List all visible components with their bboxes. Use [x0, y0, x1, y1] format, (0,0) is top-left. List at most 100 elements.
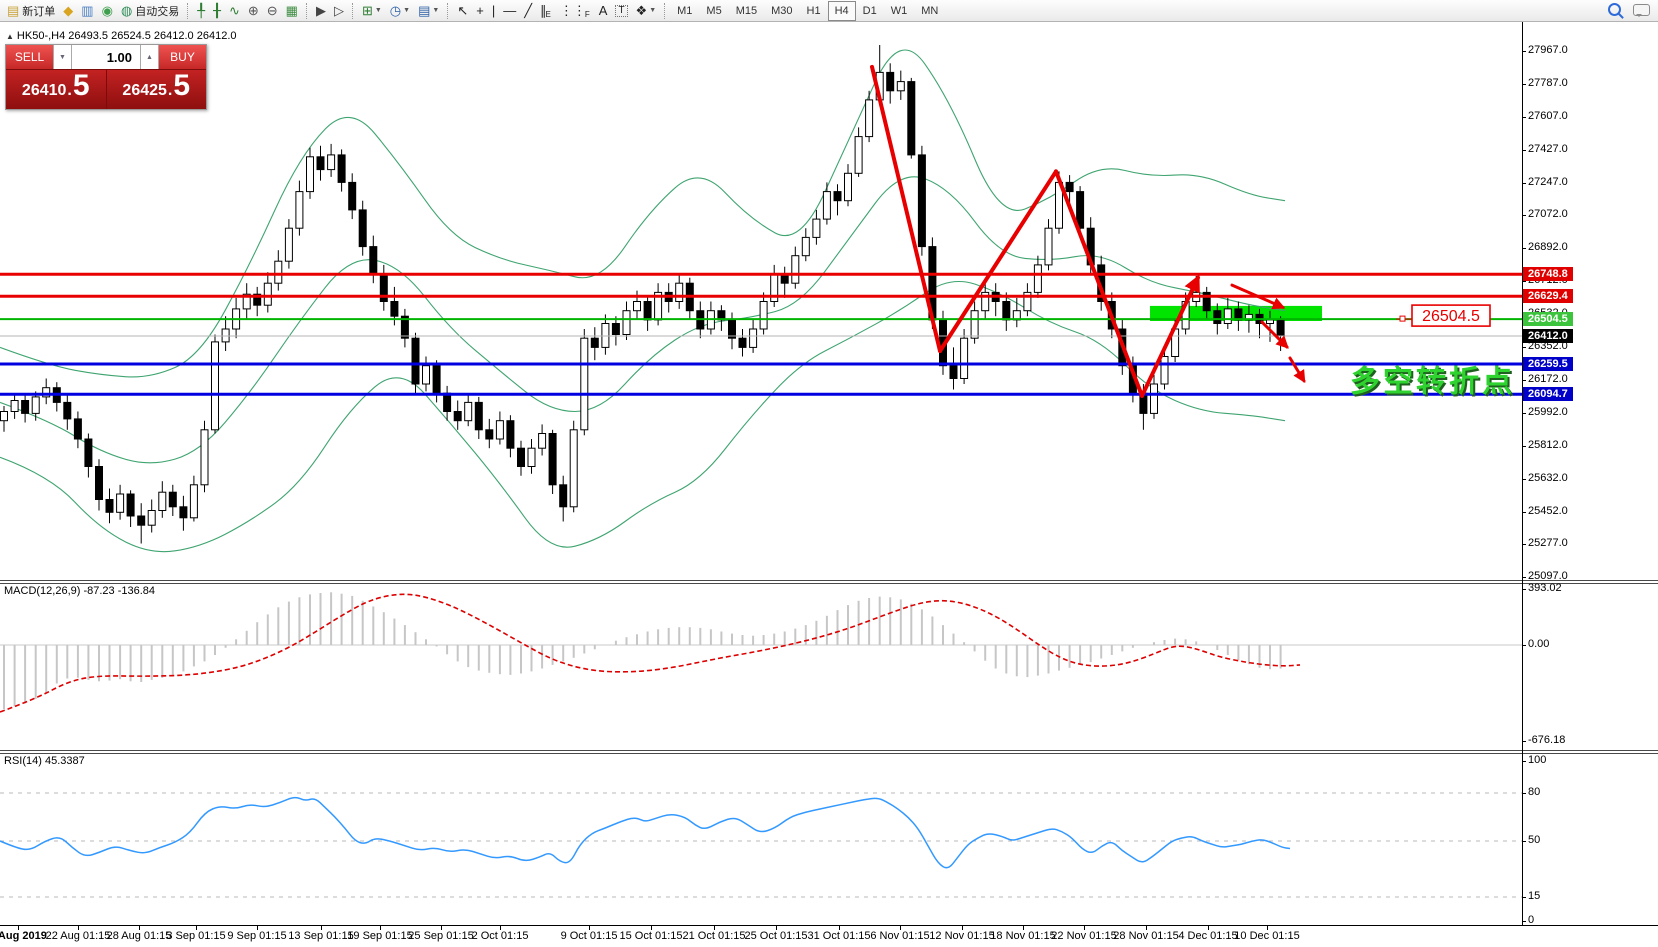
- rsi-scale-100: 100: [1528, 754, 1546, 766]
- panel-separator[interactable]: [0, 580, 1658, 584]
- horizontal-line-icon[interactable]: —: [499, 1, 520, 21]
- price-tick: 27787.0: [1528, 77, 1568, 89]
- price-tick-tick: [1522, 577, 1526, 578]
- price-tick-tick: [1522, 544, 1526, 545]
- cursor-icon[interactable]: ↖: [453, 1, 472, 21]
- time-label: 6 Aug 2019: [0, 930, 47, 942]
- zoom-in-icon[interactable]: ⊕: [244, 1, 263, 21]
- price-tick-tick: [1522, 479, 1526, 480]
- crosshair-icon[interactable]: +: [472, 1, 488, 21]
- periods-button[interactable]: ◷▼: [386, 1, 414, 21]
- toolbar-separator: [187, 3, 189, 19]
- text-icon: A: [599, 4, 608, 17]
- periods-button-dropdown-icon[interactable]: ▼: [403, 7, 410, 14]
- fibonacci-icon: ⋮⋮: [560, 4, 586, 17]
- arrows-icon-dropdown-icon[interactable]: ▼: [649, 7, 656, 14]
- price-tick: 26172.0: [1528, 373, 1568, 385]
- auto-scroll-icon[interactable]: ▶: [312, 1, 330, 21]
- price-tick-tick: [1522, 84, 1526, 85]
- indicators-button-dropdown-icon[interactable]: ▼: [375, 7, 382, 14]
- price-axis-border: [1522, 22, 1523, 926]
- trendline-icon[interactable]: ╱: [520, 1, 536, 21]
- toolbar-separator: [447, 3, 449, 19]
- sell-price[interactable]: 26410 . 5: [6, 70, 107, 109]
- toolbar-items: ▤新订单◆▥◉◍自动交易╀╂∿⊕⊖▦▶▷⊞▼◷▼▤▼↖+|—╱∥E⋮⋮FAT❖▼…: [3, 1, 945, 21]
- auto-scroll-icon: ▶: [316, 4, 326, 17]
- macd-canvas[interactable]: [0, 583, 1522, 745]
- market-depth-icon[interactable]: ◆: [59, 1, 77, 21]
- indicators-button[interactable]: ⊞▼: [358, 1, 386, 21]
- main-chart-canvas[interactable]: 26504.5多空转折点多空转折点: [0, 22, 1522, 581]
- volume-decrease-button[interactable]: ▼: [53, 45, 72, 69]
- templates-button-dropdown-icon[interactable]: ▼: [432, 7, 439, 14]
- price-tag-26259.5: 26259.5: [1523, 357, 1573, 371]
- volume-increase-button[interactable]: ▲: [140, 45, 159, 69]
- candlestick-icon[interactable]: ╂: [209, 1, 225, 21]
- crosshair-icon: +: [476, 4, 484, 17]
- time-label: 21 Oct 01:15: [683, 930, 746, 942]
- rsi-scale-50: 50: [1528, 834, 1540, 846]
- equidistant-channel-icon[interactable]: ∥E: [536, 1, 556, 21]
- price-tick: 27967.0: [1528, 44, 1568, 56]
- price-tag-26412.0: 26412.0: [1523, 329, 1573, 343]
- one-click-trade-panel: SELL ▼ 1.00 ▲ BUY 26410 . 5 26425 . 5: [5, 44, 207, 110]
- search-icon[interactable]: [1608, 3, 1621, 16]
- fibonacci-icon[interactable]: ⋮⋮F: [556, 1, 595, 21]
- time-label: 13 Sep 01:15: [288, 930, 353, 942]
- buy-button[interactable]: BUY: [159, 45, 206, 69]
- price-tick-tick: [1522, 117, 1526, 118]
- timeframe-mn[interactable]: MN: [914, 1, 945, 21]
- panel-separator[interactable]: [0, 750, 1658, 754]
- price-tick-tick: [1522, 446, 1526, 447]
- price-tick: 25632.0: [1528, 472, 1568, 484]
- zoom-out-icon[interactable]: ⊖: [263, 1, 282, 21]
- price-tick-tick: [1522, 51, 1526, 52]
- text-label-icon[interactable]: T: [611, 1, 631, 21]
- time-label: 4 Dec 01:15: [1178, 930, 1237, 942]
- line-chart-icon[interactable]: ∿: [225, 1, 244, 21]
- time-label: 10 Dec 01:15: [1234, 930, 1299, 942]
- time-label: 9 Oct 01:15: [561, 930, 618, 942]
- price-tag-26748.8: 26748.8: [1523, 267, 1573, 281]
- macd-scale-min-tick: [1522, 741, 1526, 742]
- signals-icon[interactable]: ◉: [98, 1, 117, 21]
- autotrade-button[interactable]: ◍自动交易: [117, 1, 183, 21]
- timeframe-h4[interactable]: H4: [828, 1, 856, 21]
- arrows-icon: ❖: [636, 4, 648, 17]
- buy-price[interactable]: 26425 . 5: [107, 70, 207, 109]
- volume-input[interactable]: 1.00: [72, 45, 140, 69]
- timeframe-m15[interactable]: M15: [729, 1, 764, 21]
- timeframe-m1[interactable]: M1: [670, 1, 699, 21]
- timeframe-w1[interactable]: W1: [884, 1, 915, 21]
- timeframe-h1[interactable]: H1: [800, 1, 828, 21]
- timeframe-m5[interactable]: M5: [699, 1, 728, 21]
- sell-button[interactable]: SELL: [6, 45, 53, 69]
- rsi-canvas[interactable]: [0, 755, 1522, 925]
- macd-scale-zero: 0.00: [1528, 638, 1549, 650]
- chart-shift-icon[interactable]: ▷: [330, 1, 348, 21]
- equidistant-channel-icon-sub: E: [546, 10, 551, 19]
- vertical-line-icon[interactable]: |: [488, 1, 499, 21]
- price-tick: 25812.0: [1528, 439, 1568, 451]
- price-tick-tick: [1522, 413, 1526, 414]
- bar-chart-icon[interactable]: ╀: [193, 1, 209, 21]
- terminal-icon[interactable]: ▥: [77, 1, 97, 21]
- time-axis[interactable]: 6 Aug 201922 Aug 01:1528 Aug 01:153 Sep …: [0, 926, 1658, 947]
- templates-button: ▤: [418, 4, 430, 17]
- rsi-scale-80: 80: [1528, 786, 1540, 798]
- rsi-scale-100-tick: [1522, 761, 1526, 762]
- price-tag-26629.4: 26629.4: [1523, 289, 1573, 303]
- arrows-icon[interactable]: ❖▼: [632, 1, 661, 21]
- timeframe-d1[interactable]: D1: [856, 1, 884, 21]
- price-tick: 27427.0: [1528, 143, 1568, 155]
- price-tick: 25992.0: [1528, 406, 1568, 418]
- text-icon[interactable]: A: [595, 1, 612, 21]
- new-order-button[interactable]: ▤新订单: [3, 1, 59, 21]
- templates-button[interactable]: ▤▼: [414, 1, 443, 21]
- timeframe-m30[interactable]: M30: [764, 1, 799, 21]
- bar-chart-icon: ╀: [197, 4, 205, 17]
- tile-windows-icon[interactable]: ▦: [282, 1, 302, 21]
- autotrade-button: ◍: [121, 4, 132, 17]
- price-tick-tick: [1522, 380, 1526, 381]
- chat-icon[interactable]: [1633, 4, 1650, 16]
